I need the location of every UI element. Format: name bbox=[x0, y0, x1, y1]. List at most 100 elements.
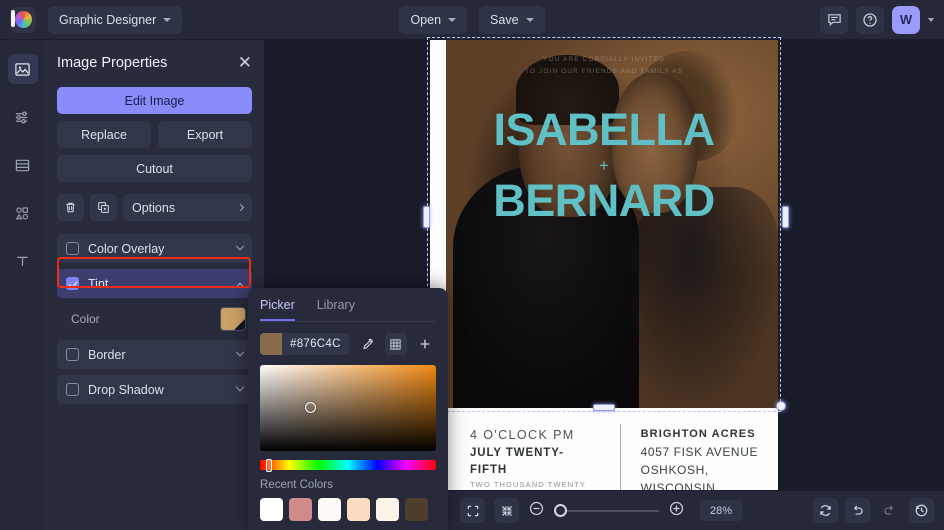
shrink-icon[interactable] bbox=[494, 498, 519, 523]
replace-button[interactable]: Replace bbox=[57, 121, 151, 148]
duplicate-icon[interactable] bbox=[90, 194, 117, 221]
resize-handle-corner[interactable] bbox=[776, 401, 786, 411]
hex-value: #876C4C bbox=[290, 338, 341, 350]
page-title: Image Properties bbox=[57, 54, 168, 71]
tint-label: Tint bbox=[88, 276, 109, 291]
venue-name: BRIGHTON ACRES bbox=[640, 428, 756, 440]
venue-block: BRIGHTON ACRES 4057 FISK AVENUE OSHKOSH,… bbox=[641, 422, 778, 497]
object-actions-row: Options bbox=[57, 194, 252, 221]
trash-icon[interactable] bbox=[57, 194, 84, 221]
property-border[interactable]: Border bbox=[57, 340, 252, 369]
save-button[interactable]: Save bbox=[479, 5, 545, 34]
rail-item-adjustments[interactable] bbox=[8, 102, 38, 132]
history-icon[interactable] bbox=[909, 498, 934, 523]
property-drop-shadow[interactable]: Drop Shadow bbox=[57, 375, 252, 404]
recent-color-swatch[interactable] bbox=[376, 498, 399, 521]
recent-color-swatch[interactable] bbox=[289, 498, 312, 521]
edit-image-button[interactable]: Edit Image bbox=[57, 87, 252, 114]
zoom-controls: 28% bbox=[460, 498, 742, 523]
invitation-design[interactable]: YOU ARE CORDIALLY INVITED TO JOIN OUR FR… bbox=[430, 40, 778, 500]
tint-checkbox[interactable] bbox=[66, 277, 79, 290]
open-button[interactable]: Open bbox=[399, 5, 468, 34]
current-color-swatch bbox=[260, 333, 282, 355]
zoom-slider-handle[interactable] bbox=[554, 503, 567, 517]
zoom-out-icon[interactable] bbox=[528, 500, 545, 522]
chevron-up-icon bbox=[235, 282, 245, 291]
redo-icon[interactable] bbox=[877, 498, 902, 523]
resize-handle-right[interactable] bbox=[782, 206, 789, 228]
drop-shadow-checkbox[interactable] bbox=[66, 383, 79, 396]
undo-icon[interactable] bbox=[845, 498, 870, 523]
intro-line-2: TO JOIN OUR FRIENDS AND FAMILY AS bbox=[524, 68, 684, 76]
ceremony-time: 4 O'CLOCK PM bbox=[470, 428, 575, 442]
color-overlay-checkbox[interactable] bbox=[66, 242, 79, 255]
options-button[interactable]: Options bbox=[123, 194, 252, 221]
eyedropper-icon[interactable] bbox=[356, 333, 378, 355]
invitation-intro-text: YOU ARE CORDIALLY INVITED TO JOIN OUR FR… bbox=[430, 54, 778, 78]
details-divider bbox=[619, 424, 621, 500]
recent-color-swatch[interactable] bbox=[405, 498, 428, 521]
chevron-down-icon bbox=[448, 17, 457, 22]
grid-icon[interactable] bbox=[384, 333, 407, 355]
chevron-down-icon bbox=[235, 347, 245, 356]
color-picker-popup[interactable]: Picker Library #876C4C Recent Colors bbox=[248, 288, 448, 530]
venue-street: 4057 FISK AVENUE bbox=[640, 445, 759, 460]
recent-color-swatch[interactable] bbox=[260, 498, 283, 521]
reset-icon[interactable] bbox=[813, 498, 838, 523]
close-icon[interactable]: ✕ bbox=[238, 54, 252, 71]
date-block: 4 O'CLOCK PM JULY TWENTY-FIFTH TWO THOUS… bbox=[470, 422, 600, 500]
tint-color-swatch[interactable] bbox=[220, 307, 246, 331]
chevron-right-icon bbox=[236, 203, 245, 212]
artboard[interactable]: YOU ARE CORDIALLY INVITED TO JOIN OUR FR… bbox=[423, 37, 789, 500]
bride-name: ISABELLA bbox=[493, 104, 716, 155]
zoom-in-icon[interactable] bbox=[668, 500, 685, 522]
file-actions: Open Save bbox=[0, 5, 944, 34]
invitation-details: 4 O'CLOCK PM JULY TWENTY-FIFTH TWO THOUS… bbox=[446, 422, 778, 500]
saturation-value-field[interactable] bbox=[260, 365, 436, 451]
fit-screen-icon[interactable] bbox=[460, 498, 485, 523]
picker-tabs: Picker Library bbox=[260, 288, 436, 322]
zoom-slider[interactable] bbox=[554, 503, 659, 517]
plus-icon[interactable] bbox=[414, 333, 436, 355]
border-checkbox[interactable] bbox=[66, 348, 79, 361]
recent-color-swatch[interactable] bbox=[347, 498, 370, 521]
hex-row: #876C4C bbox=[260, 333, 436, 355]
ampersand: + bbox=[599, 156, 609, 176]
drop-shadow-label: Drop Shadow bbox=[88, 382, 164, 397]
tint-color-label: Color bbox=[71, 312, 100, 326]
rail-item-graphics[interactable] bbox=[8, 198, 38, 228]
couple-names[interactable]: ISABELLA + BERNARD bbox=[430, 104, 778, 227]
tool-rail bbox=[0, 40, 45, 530]
rail-item-templates[interactable] bbox=[8, 150, 38, 180]
rail-item-text[interactable] bbox=[8, 246, 38, 276]
open-label: Open bbox=[410, 12, 442, 27]
tint-color-row: Color bbox=[57, 304, 252, 334]
property-color-overlay[interactable]: Color Overlay bbox=[57, 234, 252, 263]
rail-item-image[interactable] bbox=[7, 54, 38, 84]
recent-color-swatch[interactable] bbox=[318, 498, 341, 521]
export-button[interactable]: Export bbox=[158, 121, 252, 148]
zoom-level-value[interactable]: 28% bbox=[700, 500, 742, 521]
ceremony-date: JULY TWENTY-FIFTH bbox=[470, 446, 564, 476]
tab-library[interactable]: Library bbox=[317, 298, 355, 321]
property-tint[interactable]: Tint bbox=[57, 269, 252, 298]
resize-handle-left[interactable] bbox=[423, 206, 430, 228]
chevron-down-icon bbox=[235, 382, 245, 391]
app-root: Graphic Designer Open Save W Image Prope… bbox=[0, 0, 944, 530]
hue-slider-handle[interactable] bbox=[266, 458, 272, 472]
sv-cursor[interactable] bbox=[305, 402, 316, 413]
recent-colors-label: Recent Colors bbox=[260, 479, 333, 491]
image-properties-panel: Image Properties ✕ Edit Image Replace Ex… bbox=[45, 40, 264, 530]
save-label: Save bbox=[490, 12, 519, 27]
cutout-button[interactable]: Cutout bbox=[57, 155, 252, 182]
hue-slider[interactable] bbox=[260, 458, 436, 472]
chevron-down-icon bbox=[525, 17, 534, 22]
history-controls bbox=[813, 498, 934, 523]
hex-input[interactable]: #876C4C bbox=[260, 333, 349, 355]
color-overlay-label: Color Overlay bbox=[88, 241, 165, 256]
tab-picker[interactable]: Picker bbox=[260, 298, 295, 321]
resize-handle-bottom[interactable] bbox=[593, 404, 615, 411]
replace-export-row: Replace Export bbox=[57, 121, 252, 148]
groom-name: BERNARD bbox=[493, 175, 715, 227]
intro-line-1: YOU ARE CORDIALLY INVITED bbox=[543, 56, 665, 63]
